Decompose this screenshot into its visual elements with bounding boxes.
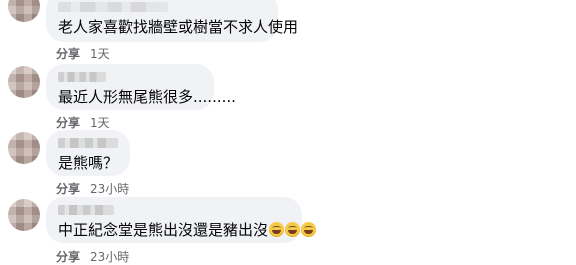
grinning-face-emoji: [285, 222, 301, 237]
comment-actions: 分享 1天: [56, 45, 110, 62]
grinning-face-emoji: [301, 222, 317, 237]
comment-bubble: 老人家喜歡找牆壁或樹當不求人使用: [46, 0, 299, 42]
share-link[interactable]: 分享: [56, 180, 80, 197]
commenter-name-blurred[interactable]: [58, 72, 106, 82]
comment-bubble: 中正紀念堂是熊出沒還是豬出沒: [46, 197, 317, 243]
comment-text: 中正紀念堂是熊出沒還是豬出沒: [58, 221, 317, 239]
share-link[interactable]: 分享: [56, 45, 80, 62]
avatar[interactable]: [8, 199, 40, 231]
share-link[interactable]: 分享: [56, 114, 80, 131]
commenter-name-blurred[interactable]: [58, 2, 168, 12]
commenter-name-blurred[interactable]: [58, 138, 118, 148]
avatar[interactable]: [8, 0, 40, 22]
comment-text: 最近人形無尾熊很多.........: [58, 88, 236, 106]
comment-actions: 分享 1天: [56, 114, 110, 131]
grinning-face-emoji: [269, 222, 285, 237]
comment-actions: 分享 23小時: [56, 248, 129, 265]
comment-bubble: 是熊嗎？: [46, 130, 130, 176]
comment-text: 老人家喜歡找牆壁或樹當不求人使用: [58, 18, 299, 36]
comment-timestamp[interactable]: 23小時: [90, 248, 129, 265]
comment-text-body: 中正紀念堂是熊出沒還是豬出沒: [58, 221, 269, 239]
avatar[interactable]: [8, 66, 40, 98]
comment-timestamp[interactable]: 1天: [90, 114, 110, 131]
share-link[interactable]: 分享: [56, 248, 80, 265]
commenter-name-blurred[interactable]: [58, 205, 114, 215]
comment-actions: 分享 23小時: [56, 180, 129, 197]
comment-text: 是熊嗎？: [58, 154, 119, 172]
comment-timestamp[interactable]: 1天: [90, 45, 110, 62]
comment-bubble: 最近人形無尾熊很多.........: [46, 64, 236, 110]
avatar[interactable]: [8, 132, 40, 164]
comment-timestamp[interactable]: 23小時: [90, 180, 129, 197]
